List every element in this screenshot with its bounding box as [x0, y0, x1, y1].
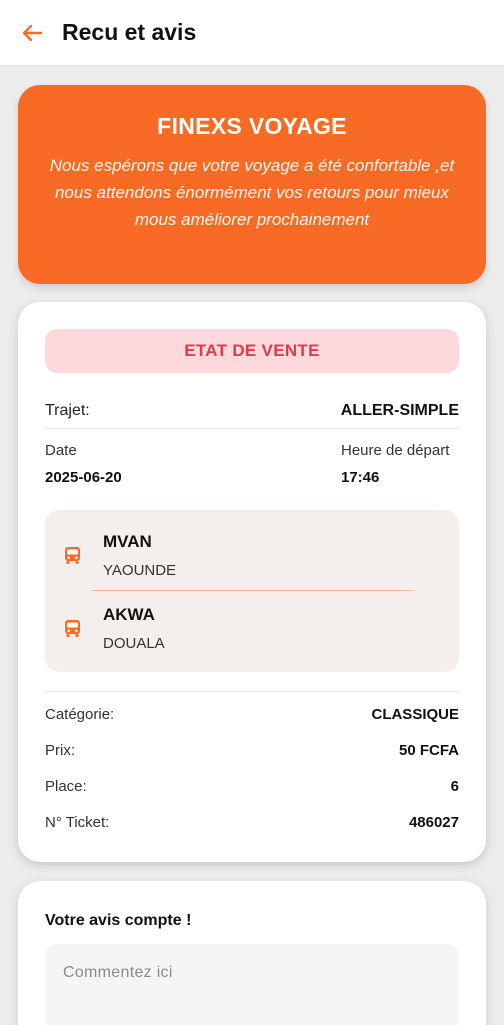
- category-label: Catégorie:: [45, 705, 115, 723]
- feedback-card: Votre avis compte !: [18, 881, 486, 1025]
- price-value: 50 FCFA: [398, 741, 459, 759]
- trajet-row: Trajet: ALLER-SIMPLE: [45, 394, 459, 428]
- trajet-label: Trajet:: [45, 402, 90, 419]
- company-banner: FINEXS VOYAGE Nous espérons que votre vo…: [18, 85, 486, 284]
- departure-time-block: Heure de départ 17:46: [341, 442, 449, 486]
- arrival-code: AKWA: [103, 605, 155, 624]
- seat-label: Place:: [45, 777, 87, 795]
- trajet-value: ALLER-SIMPLE: [340, 402, 459, 419]
- back-button[interactable]: [0, 0, 64, 66]
- page-title: Recu et avis: [62, 19, 197, 45]
- date-block: Date 2025-06-20: [45, 442, 122, 486]
- route-divider: [91, 590, 413, 591]
- seat-row: Place: 6: [45, 774, 459, 798]
- divider: [45, 428, 459, 429]
- app-bar: Recu et avis: [0, 0, 504, 66]
- feedback-title: Votre avis compte !: [45, 912, 192, 929]
- seat-value: 6: [450, 777, 459, 795]
- arrow-left-icon: [21, 24, 43, 42]
- departure-city: YAOUNDE: [103, 562, 177, 579]
- receipt-card: ETAT DE VENTE Trajet: ALLER-SIMPLE Date …: [18, 302, 486, 862]
- ticket-number-label: N° Ticket:: [45, 813, 110, 831]
- price-label: Prix:: [45, 741, 75, 759]
- departure-code: MVAN: [103, 532, 152, 551]
- ticket-number-row: N° Ticket: 486027: [45, 810, 459, 834]
- company-name: FINEXS VOYAGE: [157, 113, 347, 139]
- ticket-number-value: 486027: [408, 813, 459, 831]
- status-badge: ETAT DE VENTE: [45, 329, 459, 373]
- category-value: CLASSIQUE: [371, 705, 459, 723]
- divider: [45, 691, 459, 692]
- bus-icon: [64, 619, 81, 643]
- route-box: MVAN YAOUNDE AKWA DOUALA: [45, 510, 459, 672]
- date-value: 2025-06-20: [45, 469, 122, 486]
- departure-time-label: Heure de départ: [341, 442, 450, 459]
- departure-stop: MVAN YAOUNDE: [45, 532, 459, 592]
- comment-input[interactable]: [45, 944, 459, 1025]
- bus-icon: [64, 546, 81, 570]
- arrival-city: DOUALA: [103, 635, 165, 652]
- departure-time-value: 17:46: [341, 469, 380, 486]
- price-row: Prix: 50 FCFA: [45, 738, 459, 762]
- date-label: Date: [45, 442, 77, 459]
- thank-you-message: Nous espérons que votre voyage a été con…: [49, 156, 455, 229]
- category-row: Catégorie: CLASSIQUE: [45, 702, 459, 726]
- arrival-stop: AKWA DOUALA: [45, 605, 459, 665]
